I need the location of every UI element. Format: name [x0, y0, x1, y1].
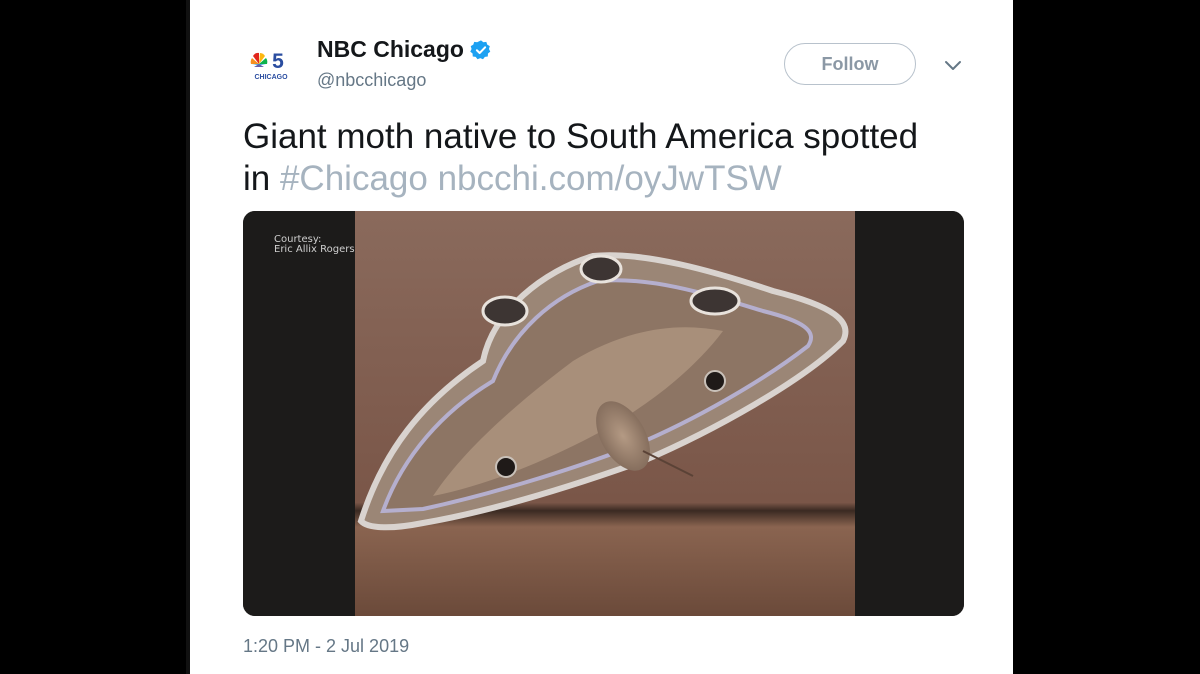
- photo-credit-line2: Eric Allix Rogers: [274, 244, 355, 255]
- nbc-logo-icon[interactable]: 5 CHICAGO: [247, 48, 295, 82]
- photo-credit: Courtesy: Eric Allix Rogers: [274, 235, 355, 255]
- follow-button[interactable]: Follow: [784, 43, 916, 85]
- svg-text:5: 5: [272, 50, 284, 73]
- url-link[interactable]: nbcchi.com/oyJwTSW: [438, 159, 782, 198]
- tweet-timestamp[interactable]: 1:20 PM - 2 Jul 2019: [243, 636, 409, 657]
- tweet-text: Giant moth native to South America spott…: [243, 116, 963, 200]
- tweet-text-line1: Giant moth native to South America spott…: [243, 117, 919, 156]
- tweet-media-image[interactable]: Courtesy: Eric Allix Rogers: [243, 211, 964, 616]
- account-name[interactable]: NBC Chicago: [317, 36, 464, 63]
- svg-text:CHICAGO: CHICAGO: [254, 74, 288, 81]
- account-handle[interactable]: @nbcchicago: [317, 70, 426, 91]
- verified-badge-icon: [470, 39, 491, 59]
- moth-photo: [243, 211, 964, 616]
- account-name-row[interactable]: NBC Chicago: [317, 36, 492, 63]
- hashtag-link[interactable]: #Chicago: [280, 159, 428, 198]
- chevron-down-icon[interactable]: [942, 57, 964, 75]
- tweet-text-prefix: in: [243, 159, 280, 198]
